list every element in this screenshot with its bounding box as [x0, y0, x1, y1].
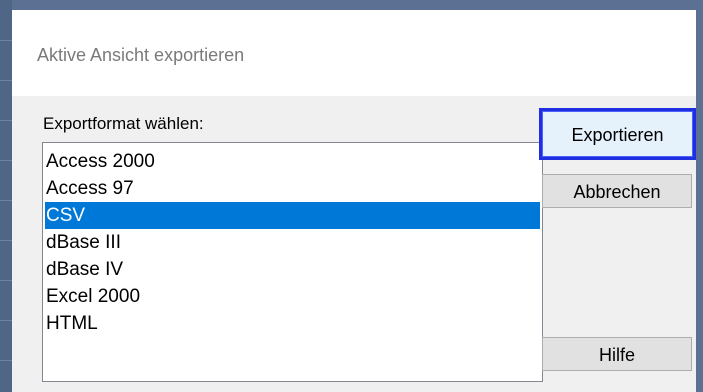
list-item-dbase-iii[interactable]: dBase III [45, 229, 540, 256]
background-divider [0, 40, 12, 41]
list-item-access-2000[interactable]: Access 2000 [45, 148, 540, 175]
background-divider [0, 80, 12, 81]
cancel-button[interactable]: Abbrechen [542, 174, 692, 208]
list-item-excel-2000[interactable]: Excel 2000 [45, 283, 540, 310]
background-divider [0, 280, 12, 281]
dialog-titlebar[interactable]: Aktive Ansicht exportieren [12, 10, 696, 96]
background-window-top [0, 0, 703, 10]
export-button[interactable]: Exportieren [539, 108, 696, 160]
background-window-right [696, 0, 703, 392]
background-divider [0, 200, 12, 201]
background-window-left [0, 0, 12, 392]
dialog-title: Aktive Ansicht exportieren [37, 45, 245, 65]
list-item-html[interactable]: HTML [45, 310, 540, 337]
list-item-access-97[interactable]: Access 97 [45, 175, 540, 202]
export-format-label: Exportformat wählen: [43, 114, 204, 133]
export-dialog: Aktive Ansicht exportieren Exportformat … [12, 10, 696, 392]
background-divider [0, 120, 12, 121]
export-format-listbox[interactable]: Access 2000 Access 97 CSV dBase III dBase IV… [42, 142, 543, 382]
background-divider [0, 160, 12, 161]
background-divider [0, 360, 12, 361]
list-item-csv[interactable]: CSV [45, 202, 540, 229]
background-divider [0, 240, 12, 241]
list-item-dbase-iv[interactable]: dBase IV [45, 256, 540, 283]
background-divider [0, 320, 12, 321]
help-button[interactable]: Hilfe [542, 337, 692, 371]
